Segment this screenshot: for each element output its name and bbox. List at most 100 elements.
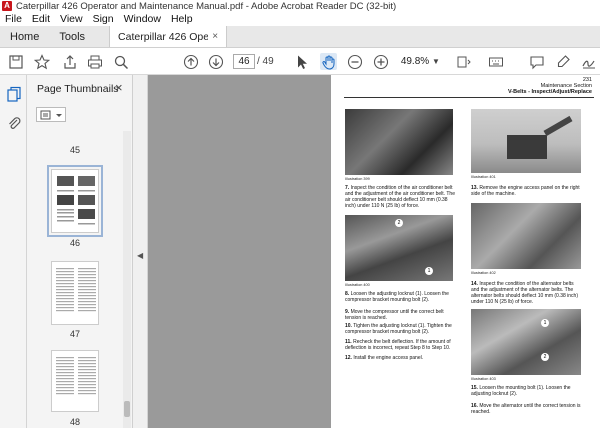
sign-icon[interactable] — [580, 53, 597, 70]
step-8: 8. Loosen the adjusting locknut (1). Loo… — [345, 291, 455, 303]
callout-2: 2 — [395, 219, 403, 227]
attachment-paperclip-icon[interactable] — [5, 115, 22, 132]
select-cursor-icon[interactable] — [293, 53, 310, 70]
acrobat-app-icon: A — [2, 1, 12, 11]
zoom-dropdown-icon[interactable]: ▼ — [432, 57, 440, 66]
save-icon[interactable] — [7, 53, 24, 70]
pdf-header-rule — [344, 97, 594, 98]
step-16-text: Move the alternator until the correct te… — [471, 403, 581, 415]
illustration-402-caption: Illustration 402 — [471, 271, 496, 275]
step-13-text: Remove the engine access panel on the ri… — [471, 185, 580, 197]
comment-icon[interactable] — [528, 53, 545, 70]
loader-arm-shape — [543, 115, 573, 137]
step-8-text: Loosen the adjusting locknut (1). Loosen… — [345, 291, 449, 303]
callout-1: 1 — [425, 267, 433, 275]
illustration-403-photo: 1 2 — [471, 309, 581, 375]
menu-file[interactable]: File — [0, 13, 27, 25]
illustration-403-caption: Illustration 403 — [471, 377, 496, 381]
step-9-text: Move the compressor until the correct be… — [345, 309, 444, 321]
step-10: 10. Tighten the adjusting locknut (1). T… — [345, 323, 455, 335]
keyboard-icon[interactable] — [487, 53, 504, 70]
step-12-text: Install the engine access panel. — [353, 355, 424, 361]
thumbnails-panel: Page Thumbnails × 45 46 47 48 — [27, 75, 133, 428]
highlight-pen-icon[interactable] — [554, 53, 571, 70]
thumbnail-46-preview — [57, 176, 95, 225]
thumbnail-page-46[interactable] — [47, 165, 103, 237]
step-12: 12. Install the engine access panel. — [345, 355, 455, 361]
bookmark-star-icon[interactable] — [33, 53, 50, 70]
step-9: 9. Move the compressor until the correct… — [345, 309, 455, 321]
page-fit-icon[interactable] — [455, 53, 472, 70]
thumbnails-scrollbar-thumb[interactable] — [124, 401, 130, 417]
thumbnail-page-46-number: 46 — [69, 238, 80, 248]
menu-bar: File Edit View Sign Window Help — [0, 12, 600, 26]
illustration-402-photo — [471, 203, 581, 269]
pdf-subsection-title: V-Belts - Inspect/Adjust/Replace — [507, 89, 592, 95]
page-number-input[interactable]: 46 — [233, 54, 255, 69]
illustration-401-caption: Illustration 401 — [471, 175, 496, 179]
thumbnails-panel-title: Page Thumbnails — [37, 83, 119, 95]
menu-edit[interactable]: Edit — [27, 13, 55, 25]
window-title: Caterpillar 426 Operator and Maintenance… — [16, 0, 397, 12]
callout-1b: 1 — [541, 319, 549, 327]
step-11: 11. Recheck the belt deflection. If the … — [345, 339, 455, 351]
thumbnail-page-47-number: 47 — [69, 329, 80, 339]
thumbnail-page-48[interactable] — [51, 350, 99, 412]
menu-window[interactable]: Window — [119, 13, 166, 25]
page-thumbnails-icon[interactable] — [5, 85, 22, 102]
previous-page-icon[interactable] — [182, 53, 199, 70]
zoom-out-icon[interactable] — [346, 53, 363, 70]
print-icon[interactable] — [86, 53, 103, 70]
tab-tools[interactable]: Tools — [49, 26, 95, 47]
thumbnail-options-dropdown[interactable] — [36, 107, 66, 122]
zoom-level-input[interactable]: 49.8% — [396, 54, 434, 69]
step-12-label: 12. — [345, 355, 352, 361]
document-view[interactable]: 231 Maintenance Section V-Belts - Inspec… — [148, 75, 600, 428]
panel-collapse-strip[interactable]: ◀ — [133, 75, 148, 428]
left-rail — [0, 75, 27, 428]
page-total: / 49 — [257, 56, 274, 67]
pdf-page: 231 Maintenance Section V-Belts - Inspec… — [331, 75, 600, 428]
menu-view[interactable]: View — [55, 13, 88, 25]
collapse-arrow-icon[interactable]: ◀ — [137, 251, 143, 260]
illustration-399-photo — [345, 109, 453, 175]
step-10-text: Tighten the adjusting locknut (1). Tight… — [345, 323, 452, 335]
toolbar: 46 / 49 49.8% ▼ — [0, 48, 600, 75]
thumbnail-47-preview — [56, 268, 96, 312]
thumbnails-close-icon[interactable]: × — [115, 80, 123, 95]
step-7-text: Inspect the condition of the air conditi… — [345, 185, 455, 209]
thumbnail-page-47[interactable] — [51, 261, 99, 325]
thumbnail-page-45-number: 45 — [69, 145, 80, 155]
next-page-icon[interactable] — [207, 53, 224, 70]
zoom-in-icon[interactable] — [372, 53, 389, 70]
menu-help[interactable]: Help — [166, 13, 198, 25]
tab-document-label: Caterpillar 426 Ope... — [118, 30, 209, 43]
tab-close-icon[interactable]: × — [212, 31, 218, 42]
illustration-399-caption: Illustration 399 — [345, 177, 370, 181]
menu-sign[interactable]: Sign — [88, 13, 119, 25]
step-15: 15. Loosen the mounting bolt (1). Loosen… — [471, 385, 583, 397]
step-13: 13. Remove the engine access panel on th… — [471, 185, 583, 197]
illustration-401-photo — [471, 109, 581, 173]
illustration-400-caption: Illustration 400 — [345, 283, 370, 287]
options-list-icon — [40, 110, 62, 120]
step-15-text: Loosen the mounting bolt (1). Loosen the… — [471, 385, 571, 397]
upload-icon[interactable] — [61, 53, 78, 70]
step-16: 16. Move the alternator until the correc… — [471, 403, 583, 415]
tab-document[interactable]: Caterpillar 426 Ope... × — [109, 26, 228, 47]
title-bar: A Caterpillar 426 Operator and Maintenan… — [0, 0, 600, 12]
thumbnail-page-48-number: 48 — [69, 417, 80, 427]
step-14: 14. Inspect the condition of the alterna… — [471, 281, 583, 305]
illustration-400-photo: 2 1 — [345, 215, 453, 281]
find-icon[interactable] — [112, 53, 129, 70]
tab-bar: Home Tools Caterpillar 426 Ope... × — [0, 26, 600, 48]
acrobat-window: A Caterpillar 426 Operator and Maintenan… — [0, 0, 600, 428]
thumbnail-48-preview — [56, 357, 96, 395]
step-7: 7. Inspect the condition of the air cond… — [345, 185, 455, 209]
tab-home[interactable]: Home — [0, 26, 49, 47]
step-14-text: Inspect the condition of the alternator … — [471, 281, 578, 305]
hand-tool-icon[interactable] — [320, 53, 337, 70]
backhoe-loader-shape — [507, 135, 547, 159]
thumbnails-scrollbar[interactable] — [123, 131, 131, 428]
step-11-text: Recheck the belt deflection. If the amou… — [345, 339, 451, 351]
